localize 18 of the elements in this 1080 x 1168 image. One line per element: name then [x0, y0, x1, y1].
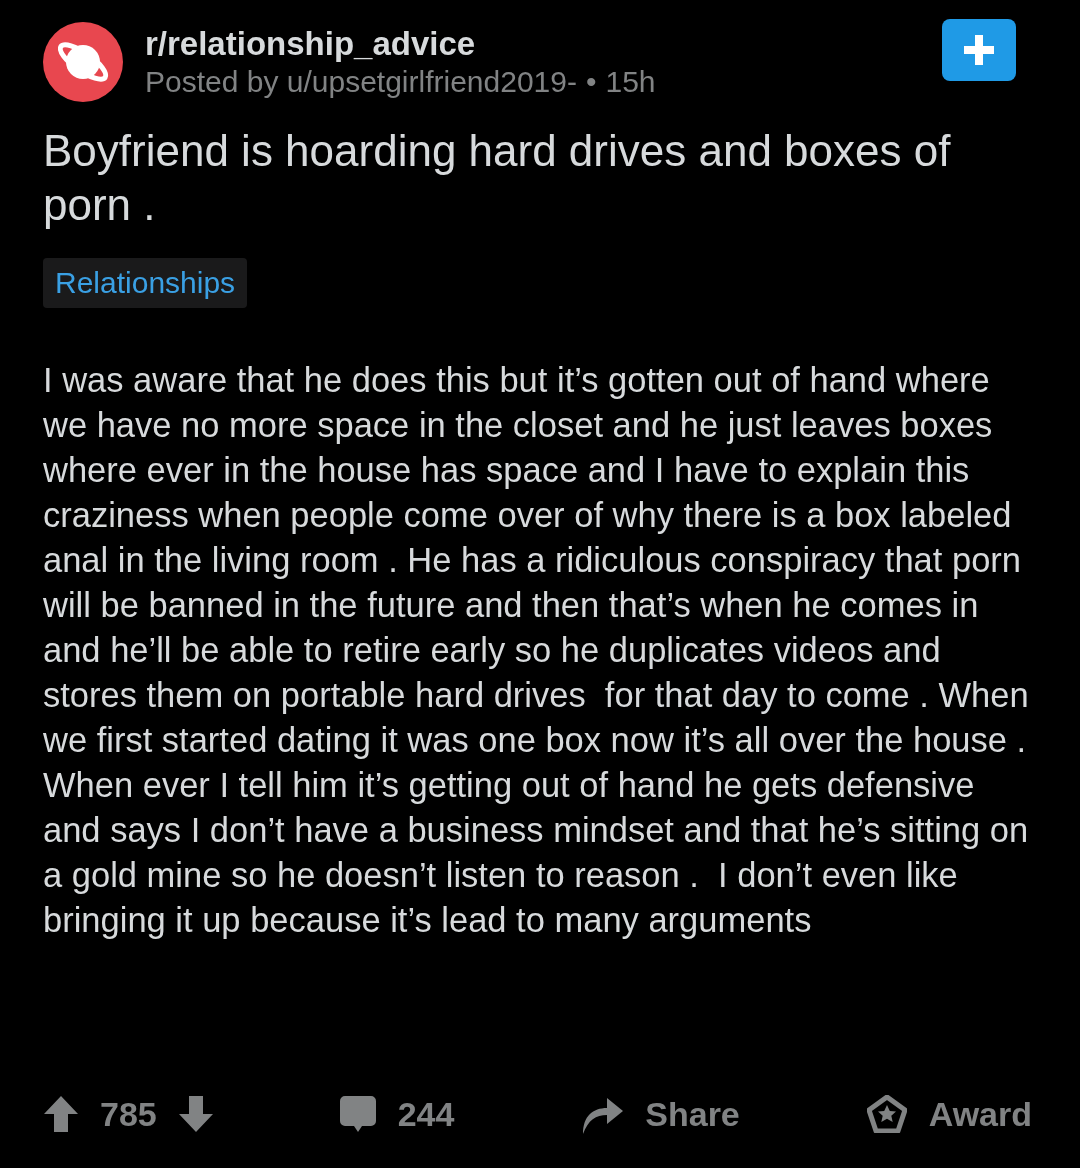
flair-tag[interactable]: Relationships [43, 258, 248, 308]
comment-count[interactable]: 244 [397, 1094, 455, 1134]
downvote-icon[interactable] [178, 1096, 213, 1132]
subreddit-name[interactable]: r/relationship_advice [145, 25, 920, 63]
award-label[interactable]: Award [928, 1094, 1032, 1134]
join-button[interactable] [942, 19, 1016, 81]
post-body: I was aware that he does this but it’s gotten out of hand where we have no more space in the closet and he just leaves boxes where ever in the house has space and I have to explain this craziness when people come over of why there is a box labeled anal in the living room . He has a ridiculous conspiracy that porn will be banned in the future and then that’s when he comes in and he’ll be able to retire early so he duplicates videos and stores them on portable hard drives for that day to come . When we first started dating it was one box now it’s all over the house . When ever I tell him it’s getting out of hand he gets defensive and says I don’t have a business mindset and that he’s sitting on a gold mine so he doesn’t listen to reason . I don’t even like bringing it up because it’s lead to many arguments [43, 360, 1030, 941]
upvote-icon[interactable] [44, 1096, 78, 1132]
post-title: Boyfriend is hoarding hard drives and boxes of porn . [43, 125, 952, 231]
plus-icon [964, 35, 994, 65]
comment-icon[interactable] [339, 1096, 376, 1132]
share-label[interactable]: Share [645, 1094, 740, 1134]
vote-count: 785 [100, 1094, 157, 1134]
post-author[interactable]: Posted by u/upsetgirlfriend2019- [145, 65, 577, 99]
post-age: 15h [605, 65, 656, 99]
separator: • [585, 65, 597, 99]
planet-icon [43, 22, 123, 102]
award-icon[interactable] [866, 1095, 907, 1133]
